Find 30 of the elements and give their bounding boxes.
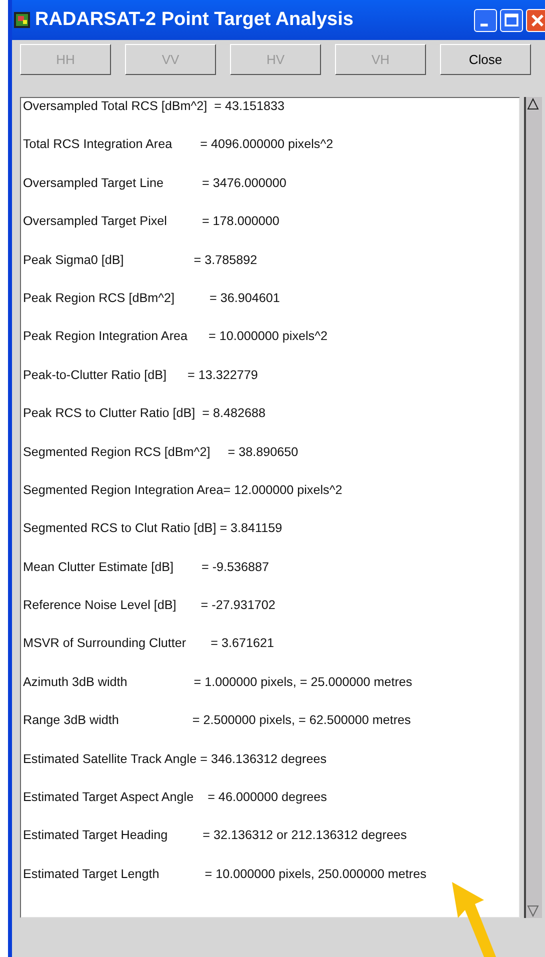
report-line: Oversampled Total RCS [dBm^2] = 43.151833 <box>22 98 286 115</box>
scrollbar[interactable] <box>524 97 542 918</box>
toolbar-button[interactable]: Close <box>440 44 531 75</box>
report-line: Oversampled Target Pixel = 178.000000 <box>22 213 280 230</box>
report-line: Azimuth 3dB width = 1.000000 pixels, = 25.000000 metres <box>22 674 414 691</box>
close-icon[interactable] <box>526 8 545 32</box>
window-title: RADARSAT-2 Point Target Analysis <box>35 8 354 32</box>
report-line: Mean Clutter Estimate [dB] = -9.536887 <box>22 558 270 576</box>
report-line: Segmented RCS to Clut Ratio [dB] = 3.841159 <box>22 520 284 538</box>
report-line: Reference Noise Level [dB] = -27.931702 <box>22 597 276 614</box>
scroll-up-icon[interactable] <box>526 97 540 111</box>
report-line: Total RCS Integration Area = 4096.000000 pixels^2 <box>22 136 334 154</box>
report-line: Peak-to-Clutter Ratio [dB] = 13.322779 <box>22 366 259 384</box>
report-line: Peak RCS to Clutter Ratio [dB] = 8.482688 <box>22 405 267 422</box>
report-line: Estimated Target Heading = 32.136312 or 212.136312 degrees <box>22 827 408 844</box>
maximize-icon[interactable] <box>500 8 523 32</box>
report-line: Estimated Satellite Track Angle = 346.136312 degrees <box>22 750 328 768</box>
report-line: Peak Region Integration Area = 10.000000 pixels^2 <box>22 328 329 346</box>
report-line: Segmented Region RCS [dBm^2] = 38.890650 <box>22 444 300 461</box>
report-line: Peak Sigma0 [dB] = 3.785892 <box>22 252 258 269</box>
report-line: Estimated Target Length = 10.000000 pixels, 250.000000 metres <box>22 866 428 883</box>
report-line: Estimated Target Aspect Angle = 46.000000 degrees <box>22 789 328 806</box>
report-line: MSVR of Surrounding Clutter = 3.671621 <box>22 635 275 652</box>
report-line: Segmented Region Integration Area= 12.000000 pixels^2 <box>22 482 344 499</box>
minimize-icon[interactable] <box>474 8 497 32</box>
report-line: Oversampled Target Line = 3476.000000 <box>22 174 288 192</box>
report-line: Range 3dB width = 2.500000 pixels, = 62.500000 metres <box>22 712 412 730</box>
scroll-down-icon[interactable] <box>526 904 540 918</box>
app-icon <box>14 12 30 28</box>
report-line: Peak Region RCS [dBm^2] = 36.904601 <box>22 290 281 307</box>
